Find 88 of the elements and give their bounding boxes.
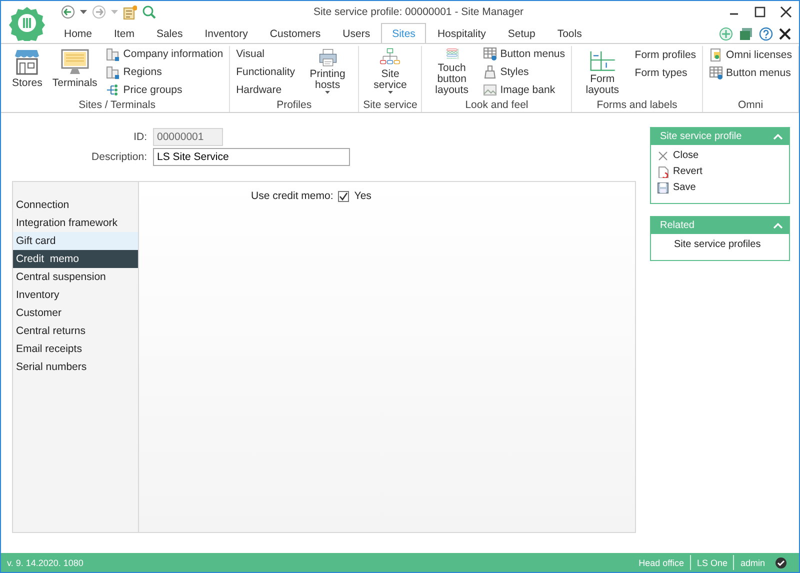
status-item: LS One <box>690 555 734 570</box>
ribbon-button[interactable]: Form layouts <box>576 46 629 98</box>
panel-link[interactable]: Site service profiles <box>657 237 789 252</box>
nav-item[interactable]: Credit memo <box>13 250 138 268</box>
back-icon[interactable] <box>61 5 75 19</box>
group-label: Omni <box>736 98 764 112</box>
revert-icon <box>657 166 669 178</box>
ribbon-button[interactable]: Visual <box>234 46 298 63</box>
save-icon <box>657 182 669 194</box>
ribbon-button[interactable]: Regions <box>104 64 226 80</box>
windows-icon[interactable] <box>739 27 753 41</box>
ribbon-button[interactable]: Form profiles <box>632 46 698 63</box>
input-field[interactable]: LS Site Service <box>153 148 350 166</box>
building-icon <box>106 65 120 79</box>
menu-tab[interactable]: Tools <box>546 23 593 43</box>
help-icon[interactable] <box>759 27 773 41</box>
menu-tab[interactable]: Setup <box>496 23 546 43</box>
building-icon <box>106 47 120 62</box>
grid-icon <box>483 47 498 62</box>
menu-tab[interactable]: Home <box>53 23 104 43</box>
ribbon-button[interactable]: Stores <box>9 46 46 98</box>
nav-item[interactable]: Inventory <box>13 286 138 304</box>
license-icon <box>709 48 724 62</box>
nav-item[interactable]: Email receipts <box>13 340 138 358</box>
panel-title: Related <box>660 220 694 231</box>
ribbon-button[interactable]: Terminals <box>49 46 100 98</box>
group-label: Look and feel <box>464 98 530 112</box>
notes-icon[interactable] <box>123 4 137 20</box>
close-icon <box>657 150 669 162</box>
panel-action[interactable]: Close <box>657 148 789 163</box>
grid-icon <box>709 66 724 80</box>
ribbon-button[interactable]: Price groups <box>104 81 226 98</box>
nav-item[interactable]: Serial numbers <box>13 358 138 376</box>
check-icon <box>775 556 787 568</box>
ribbon-button[interactable]: Hardware <box>234 81 298 98</box>
field-label: Description: <box>90 150 148 162</box>
image-icon <box>483 82 498 97</box>
caret-icon[interactable] <box>80 10 87 14</box>
status-item: Head office <box>638 556 685 570</box>
menu-tab[interactable]: Customers <box>258 23 332 43</box>
panel-action[interactable]: Save <box>657 180 789 195</box>
ribbon-button[interactable]: Printing hosts <box>301 46 354 98</box>
nav-item[interactable]: Connection <box>13 196 138 214</box>
ribbon-button[interactable]: Company information <box>104 46 226 63</box>
nav-item[interactable]: Central suspension <box>13 268 138 286</box>
checkbox[interactable] <box>338 190 350 202</box>
group-label: Forms and labels <box>596 98 678 112</box>
menu-tab[interactable]: Sites <box>381 23 426 44</box>
close-icon[interactable] <box>779 28 791 40</box>
collapse-icon[interactable] <box>773 134 783 140</box>
menu-tab[interactable]: Hospitality <box>426 23 497 43</box>
nav-item[interactable]: Gift card <box>13 232 138 250</box>
ribbon-button[interactable]: Site service <box>363 46 418 98</box>
nav-item[interactable]: Customer <box>13 304 138 322</box>
ribbon-button[interactable]: Omni licenses <box>707 46 794 63</box>
menu-tab[interactable]: Item <box>103 23 146 43</box>
status-item: admin <box>733 555 771 570</box>
panel-action[interactable]: Revert <box>657 164 789 179</box>
group-label: Site service <box>363 98 418 112</box>
ribbon-button[interactable]: Image bank <box>481 81 567 98</box>
add-icon[interactable] <box>719 27 733 41</box>
checkbox-label: Yes <box>354 190 372 202</box>
nav-item[interactable]: Central returns <box>13 322 138 340</box>
forward-icon[interactable] <box>92 5 106 19</box>
maximize-icon[interactable] <box>753 5 767 19</box>
setting-label: Use credit memo: <box>251 190 334 202</box>
tree-dots-icon <box>106 82 120 97</box>
menu-tab[interactable]: Sales <box>145 23 194 43</box>
ribbon-button[interactable]: Touch button layouts <box>426 46 478 98</box>
nav-item[interactable]: Integration framework <box>13 214 138 232</box>
ribbon-button[interactable]: Button menus <box>707 64 794 81</box>
menu-tab[interactable]: Inventory <box>194 23 259 43</box>
close-icon[interactable] <box>779 5 793 19</box>
ribbon-button[interactable]: Button menus <box>481 46 567 63</box>
ribbon-button[interactable]: Form types <box>632 64 698 81</box>
app-logo <box>9 5 45 41</box>
ribbon-button[interactable]: Styles <box>481 64 567 80</box>
search-icon[interactable] <box>142 5 156 19</box>
ribbon-button[interactable]: Functionality <box>234 64 298 80</box>
group-label: Profiles <box>276 98 313 112</box>
window-title: Site service profile: 00000001 - Site Manager <box>312 6 525 18</box>
group-label: Sites / Terminals <box>78 98 156 112</box>
field-label: ID: <box>132 130 148 142</box>
panel-title: Site service profile <box>660 131 742 142</box>
monitor-icon <box>60 48 90 76</box>
collapse-icon[interactable] <box>773 222 783 228</box>
menu-tab[interactable]: Users <box>332 23 382 43</box>
version-text: v. 9. 14.2020. 1080 <box>7 558 84 568</box>
